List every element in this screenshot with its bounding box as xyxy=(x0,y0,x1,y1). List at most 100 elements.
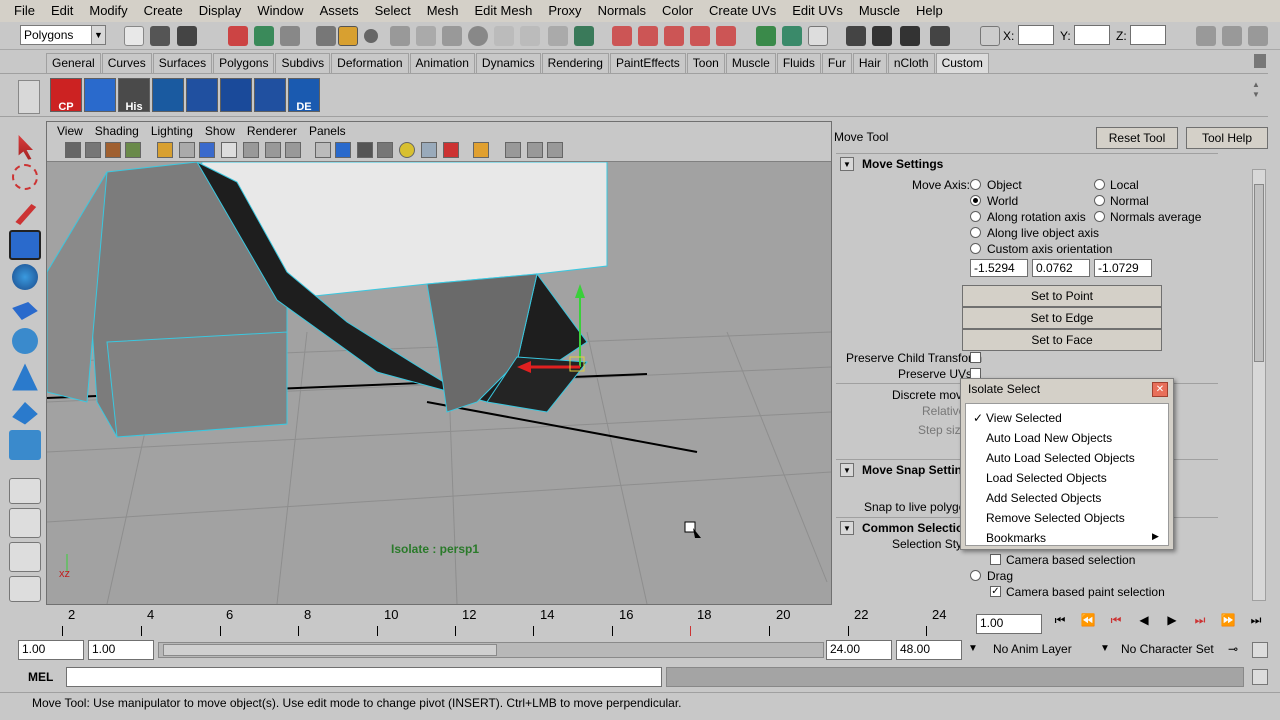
menu-assets[interactable]: Assets xyxy=(312,0,367,22)
y-field[interactable] xyxy=(1074,25,1110,45)
x-field[interactable] xyxy=(1018,25,1054,45)
save-scene-icon[interactable] xyxy=(177,26,197,46)
menu-item-bookmarks[interactable]: Bookmarks xyxy=(986,531,1046,545)
tool-settings-icon[interactable] xyxy=(1222,26,1242,46)
snap-point-icon[interactable] xyxy=(664,26,684,46)
select-highlight-icon[interactable] xyxy=(574,26,594,46)
input-ops-icon[interactable] xyxy=(782,26,802,46)
go-to-end-icon[interactable]: ⏭ xyxy=(1244,608,1268,632)
menu-normals[interactable]: Normals xyxy=(590,0,654,22)
shelf-tab-general[interactable]: General xyxy=(46,53,101,73)
image-plane-icon[interactable] xyxy=(105,142,121,158)
menu-edit-uvs[interactable]: Edit UVs xyxy=(784,0,851,22)
snap-plane-icon[interactable] xyxy=(690,26,710,46)
viewport-menu-show[interactable]: Show xyxy=(199,124,241,138)
lasso-tool-icon[interactable] xyxy=(12,164,38,190)
shelf-tab-curves[interactable]: Curves xyxy=(101,53,152,73)
attribute-editor-icon[interactable] xyxy=(1196,26,1216,46)
axis-live-object-radio[interactable] xyxy=(970,227,981,238)
shelf-tab-rendering[interactable]: Rendering xyxy=(541,53,609,73)
shadows-icon[interactable] xyxy=(421,142,437,158)
shelf-grid-icon[interactable] xyxy=(84,78,116,112)
move-settings-header[interactable]: ▼ Move Settings xyxy=(836,153,1218,173)
axis-local-radio[interactable] xyxy=(1094,179,1105,190)
command-input[interactable] xyxy=(66,667,662,687)
current-frame-field[interactable]: 1.00 xyxy=(976,614,1042,634)
safe-action-icon[interactable] xyxy=(265,142,281,158)
shelf-scroll-icon[interactable]: ▲ ▼ xyxy=(1252,80,1262,110)
custom-axis-x-field[interactable]: -1.5294 xyxy=(970,259,1028,277)
step-back-icon[interactable]: ⏪ xyxy=(1076,608,1100,632)
camera-paint-checkbox[interactable]: ✓ xyxy=(990,586,1001,597)
menu-modify[interactable]: Modify xyxy=(81,0,135,22)
shelf-menu-icon[interactable] xyxy=(18,80,40,114)
step-forward-icon[interactable]: ⏩ xyxy=(1216,608,1240,632)
camera-attributes-icon[interactable] xyxy=(65,142,81,158)
select-all-icon[interactable] xyxy=(338,26,358,46)
start-time-field[interactable]: 1.00 xyxy=(18,640,84,660)
shelf-mesh-icon[interactable] xyxy=(186,78,218,112)
command-language-label[interactable]: MEL xyxy=(28,670,53,684)
shelf-mesh-red-icon[interactable] xyxy=(220,78,252,112)
viewport-menu-lighting[interactable]: Lighting xyxy=(145,124,199,138)
shelf-tab-ncloth[interactable]: nCloth xyxy=(887,53,935,73)
axis-rotation-radio[interactable] xyxy=(970,211,981,222)
camera-based-checkbox[interactable] xyxy=(990,554,1001,565)
shelf-tab-toon[interactable]: Toon xyxy=(686,53,725,73)
shelf-de-icon[interactable]: DE xyxy=(288,78,320,112)
z-field[interactable] xyxy=(1130,25,1166,45)
key-icon[interactable]: ⊸ xyxy=(1228,642,1248,658)
prev-key-icon[interactable]: ⏮ xyxy=(1104,608,1128,632)
char-set-chevron-icon[interactable]: ▼ xyxy=(1100,643,1110,654)
axis-custom-radio[interactable] xyxy=(970,243,981,254)
safe-title-icon[interactable] xyxy=(285,142,301,158)
viewport-menu-view[interactable]: View xyxy=(51,124,89,138)
set-to-point-button[interactable]: Set to Point xyxy=(962,285,1162,307)
character-set-dropdown[interactable]: No Character Set xyxy=(1118,640,1226,660)
single-pane-layout-icon[interactable] xyxy=(9,478,41,504)
last-tool-icon[interactable] xyxy=(9,430,41,460)
input-box-icon[interactable] xyxy=(980,26,1000,46)
tool-help-button[interactable]: Tool Help xyxy=(1186,127,1268,149)
shelf-tab-fluids[interactable]: Fluids xyxy=(776,53,821,73)
gate-mask-icon[interactable] xyxy=(221,142,237,158)
rotate-tool-icon[interactable] xyxy=(12,264,38,290)
trash-icon[interactable] xyxy=(1254,54,1266,68)
range-track[interactable] xyxy=(158,642,824,658)
camera-bookmark-icon[interactable] xyxy=(85,142,101,158)
select-component-icon[interactable] xyxy=(280,26,300,46)
next-key-icon[interactable]: ⏭ xyxy=(1188,608,1212,632)
select-object-icon[interactable] xyxy=(254,26,274,46)
shelf-his-icon[interactable]: His xyxy=(118,78,150,112)
viewport-menu-shading[interactable]: Shading xyxy=(89,124,145,138)
viewport-menu-renderer[interactable]: Renderer xyxy=(241,124,303,138)
question-icon[interactable] xyxy=(520,26,540,46)
anim-layer-chevron-icon[interactable]: ▼ xyxy=(968,643,978,654)
paint-select-icon[interactable] xyxy=(15,204,37,225)
grease-pencil-icon[interactable] xyxy=(157,142,173,158)
outliner-layout-icon[interactable] xyxy=(9,542,41,572)
menu-select[interactable]: Select xyxy=(367,0,419,22)
menu-item-auto-load-selected[interactable]: Auto Load Selected Objects xyxy=(986,451,1135,465)
range-thumb[interactable] xyxy=(163,644,497,656)
snap-curve-icon[interactable] xyxy=(638,26,658,46)
graph-layout-icon[interactable] xyxy=(9,576,41,602)
menu-window[interactable]: Window xyxy=(249,0,311,22)
shelf-tab-hair[interactable]: Hair xyxy=(852,53,887,73)
edge-mask-icon[interactable] xyxy=(390,26,410,46)
menu-file[interactable]: File xyxy=(6,0,43,22)
shelf-tab-deformation[interactable]: Deformation xyxy=(331,53,409,73)
shelf-tab-fur[interactable]: Fur xyxy=(821,53,852,73)
axis-world-radio[interactable] xyxy=(970,195,981,206)
anim-layer-dropdown[interactable]: No Anim Layer xyxy=(990,640,1100,660)
menu-item-load-selected[interactable]: Load Selected Objects xyxy=(986,471,1107,485)
vertex-mask-icon[interactable] xyxy=(364,29,378,43)
playback-start-field[interactable]: 1.00 xyxy=(88,640,154,660)
menu-create-uvs[interactable]: Create UVs xyxy=(701,0,784,22)
move-tool-icon[interactable] xyxy=(9,230,41,260)
open-scene-icon[interactable] xyxy=(150,26,170,46)
render-settings-icon[interactable] xyxy=(930,26,950,46)
wire-on-shaded-icon[interactable] xyxy=(357,142,373,158)
shelf-tab-surfaces[interactable]: Surfaces xyxy=(152,53,213,73)
snap-grid-icon[interactable] xyxy=(612,26,632,46)
